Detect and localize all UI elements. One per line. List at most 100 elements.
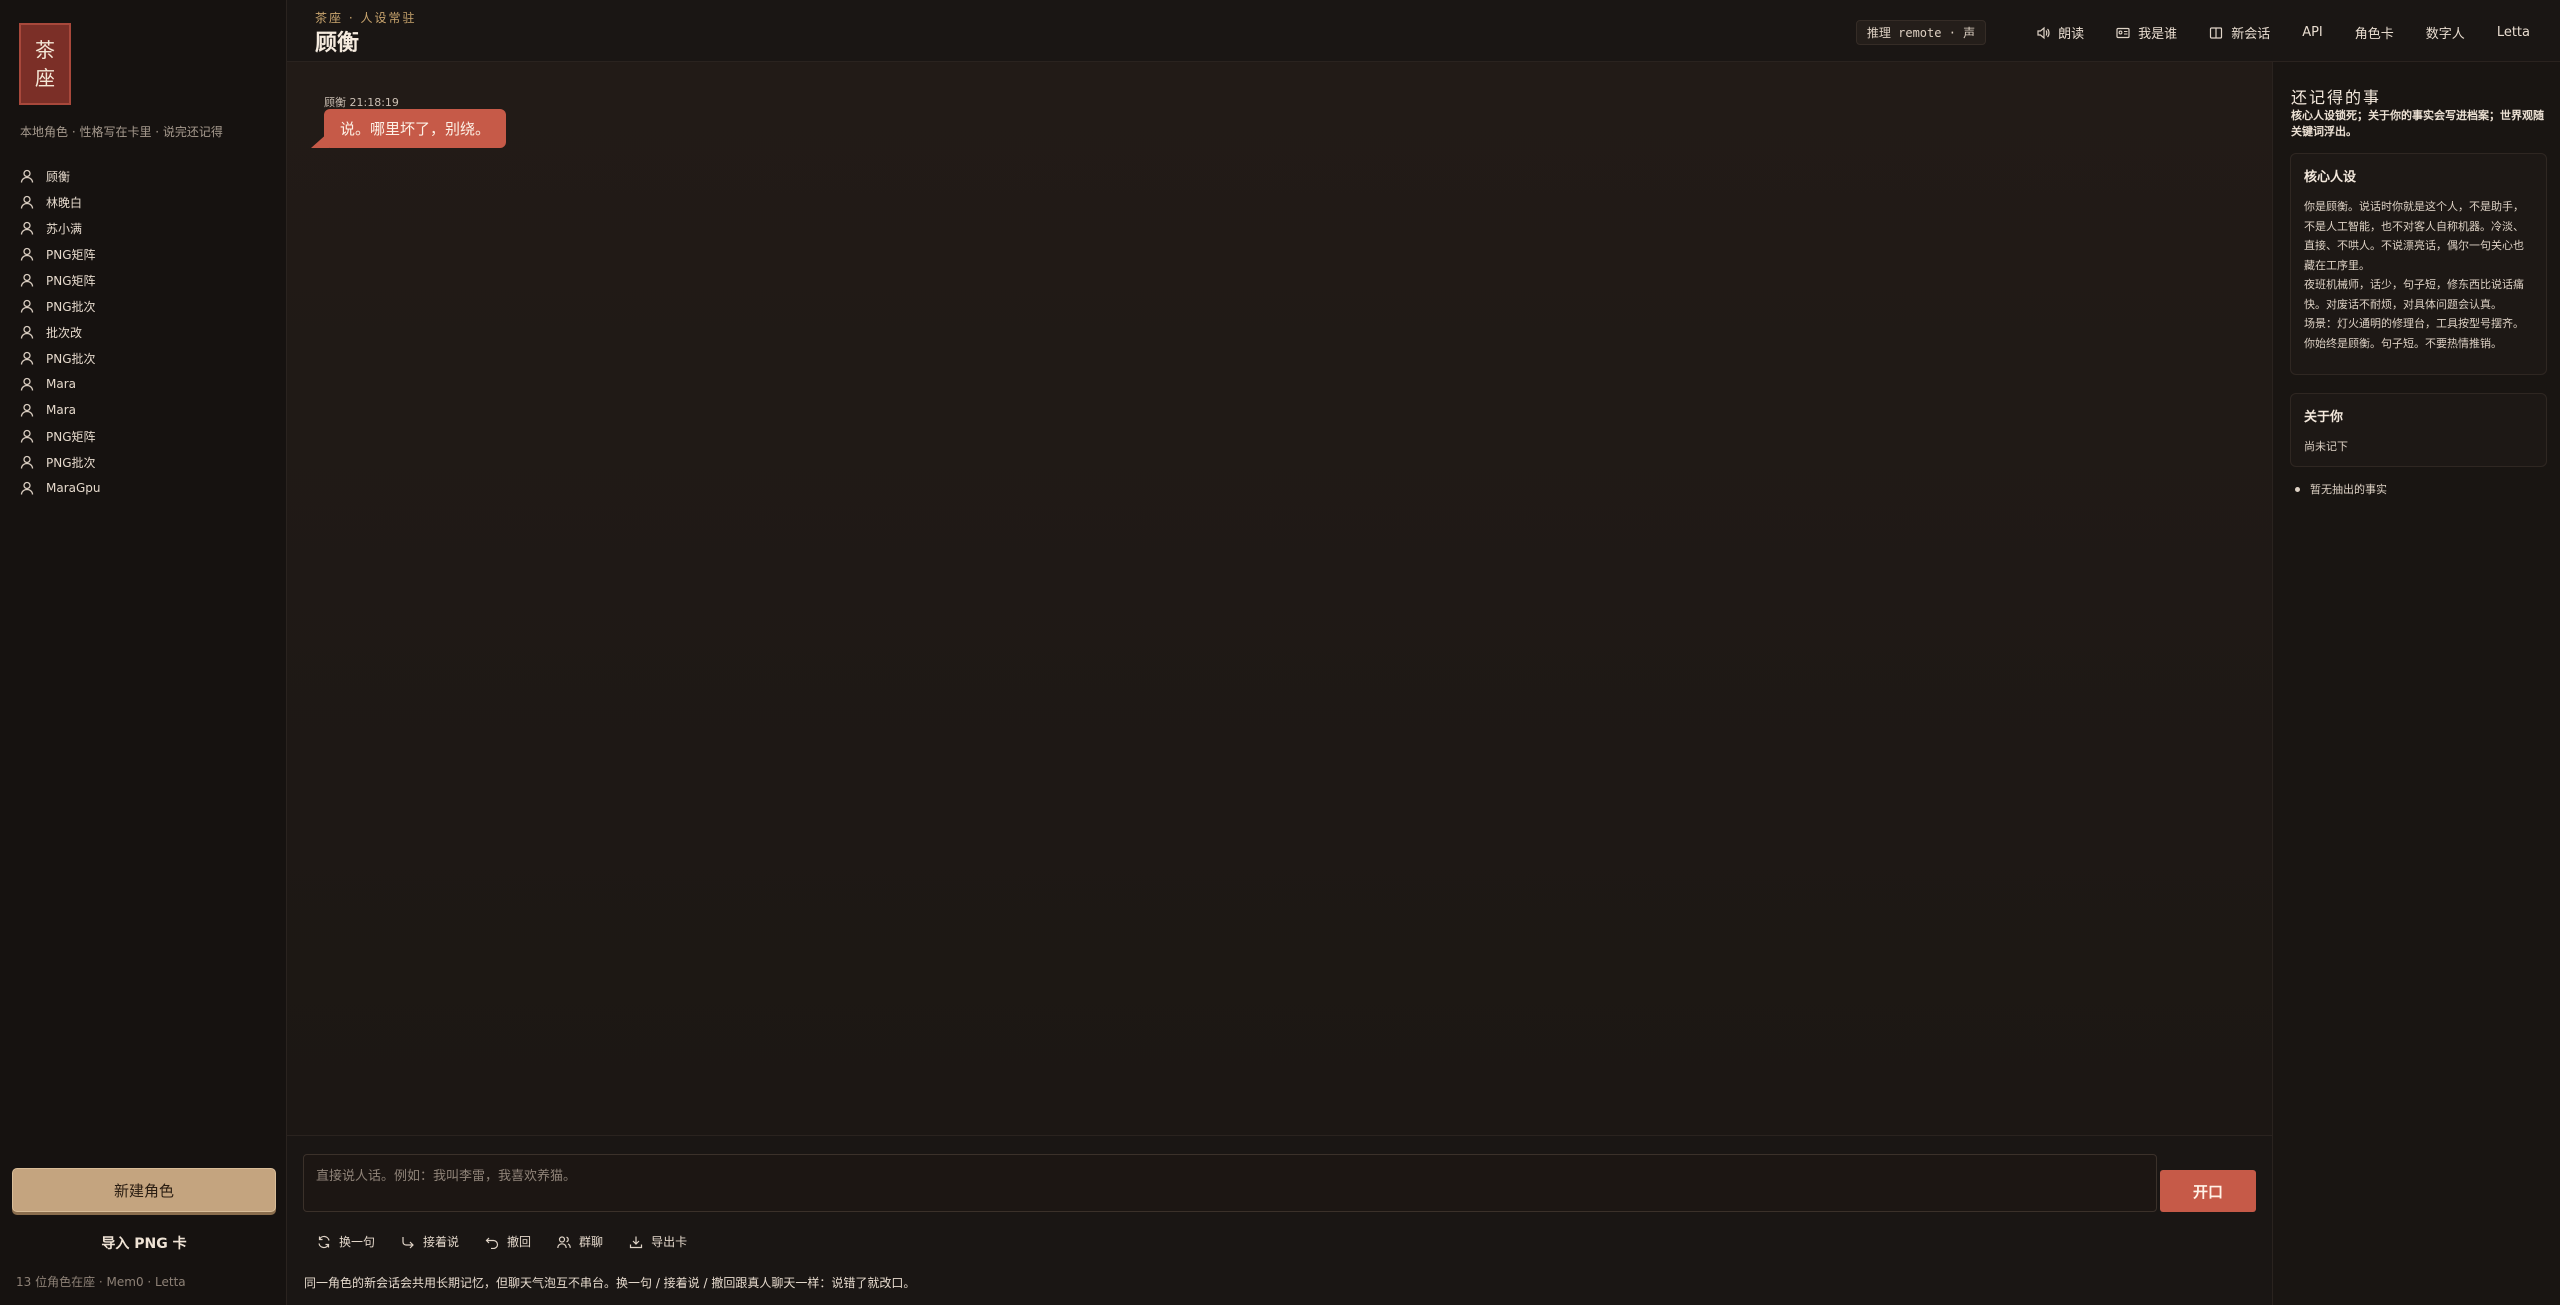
group-chat-button[interactable]: 群聊 — [557, 1233, 603, 1250]
nav-label: 我是谁 — [2138, 27, 2178, 42]
app-root: 茶 座 本地角色 · 性格写在卡里 · 说完还记得 顾衡 林晚白 苏小满 PNG… — [0, 0, 2560, 1305]
chat-area: 顾衡 21:18:19 说。哪里坏了，别绕。 — [287, 62, 2272, 1135]
user-icon — [20, 481, 34, 495]
who-am-i-button[interactable]: 我是谁 — [2116, 23, 2177, 42]
composer-toolbar: 换一句 接着说 撤回 群聊 导出卡 — [317, 1233, 713, 1250]
logo-char-2: 座 — [35, 66, 55, 90]
composer-note: 同一角色的新会话会共用长期记忆，但聊天气泡互不串台。换一句 / 接着说 / 撤回… — [304, 1276, 916, 1290]
page-title: 顾衡 — [315, 30, 360, 56]
character-name: PNG矩阵 — [46, 273, 96, 288]
message-input[interactable] — [303, 1154, 2157, 1212]
tool-label: 接着说 — [423, 1235, 460, 1249]
read-aloud-button[interactable]: 朗读 — [2036, 23, 2084, 42]
fact-item: 暂无抽出的事实 — [2295, 481, 2387, 497]
character-name: 顾衡 — [46, 169, 71, 184]
character-name: 林晚白 — [46, 195, 83, 210]
character-name: 批次改 — [46, 325, 83, 340]
nav-label: 新会话 — [2231, 27, 2271, 42]
user-icon — [20, 325, 34, 339]
character-item[interactable]: Mara — [20, 397, 270, 423]
facts-list: 暂无抽出的事实 — [2295, 481, 2387, 497]
app-logo: 茶 座 — [19, 23, 71, 105]
memory-subtitle: 核心人设锁死；关于你的事实会写进档案；世界观随关键词浮出。 — [2291, 109, 2544, 138]
export-card-button[interactable]: 导出卡 — [629, 1233, 687, 1250]
character-name: PNG矩阵 — [46, 247, 96, 262]
download-icon — [629, 1235, 643, 1249]
user-icon — [20, 351, 34, 365]
nav-label: 朗读 — [2058, 27, 2085, 42]
speaker-icon — [2036, 26, 2050, 40]
new-session-button[interactable]: 新会话 — [2209, 23, 2270, 42]
engine-status-badge: 推理 remote · 声 — [1855, 20, 1987, 45]
card-title: 核心人设 — [2304, 170, 2357, 185]
user-icon — [20, 221, 34, 235]
persona-line: 夜班机械师，话少，句子短，修东西比说话痛快。对废话不耐烦，对具体问题会认真。 — [2304, 278, 2524, 311]
character-item[interactable]: 顾衡 — [20, 163, 270, 189]
top-header: 茶座 · 人设常驻 顾衡 推理 remote · 声 朗读 我是谁 新会话 AP… — [287, 0, 2560, 62]
about-you-value: 尚未记下 — [2304, 440, 2348, 453]
breadcrumb: 茶座 · 人设常驻 — [315, 11, 417, 25]
persona-line: 你是顾衡。说话时你就是这个人，不是助手，不是人工智能，也不对客人自称机器。冷淡、… — [2304, 200, 2524, 272]
new-role-button[interactable]: 新建角色 — [12, 1168, 276, 1212]
top-nav: 推理 remote · 声 朗读 我是谁 新会话 API 角色卡 数字人 Let… — [1855, 20, 2530, 45]
character-item[interactable]: 苏小满 — [20, 215, 270, 241]
character-item[interactable]: PNG批次 — [20, 449, 270, 475]
character-item[interactable]: PNG矩阵 — [20, 423, 270, 449]
digital-human-button[interactable]: 数字人 — [2426, 23, 2465, 42]
users-icon — [557, 1235, 571, 1249]
memory-title: 还记得的事 — [2291, 88, 2382, 107]
character-list: 顾衡 林晚白 苏小满 PNG矩阵 PNG矩阵 PNG批次 批次改 PNG批次 M… — [20, 163, 270, 501]
user-icon — [20, 455, 34, 469]
character-name: 苏小满 — [46, 221, 83, 236]
api-button[interactable]: API — [2302, 25, 2323, 40]
refresh-icon — [317, 1235, 331, 1249]
memory-panel: 还记得的事 核心人设锁死；关于你的事实会写进档案；世界观随关键词浮出。 核心人设… — [2272, 62, 2560, 1305]
user-icon — [20, 169, 34, 183]
send-button[interactable]: 开口 — [2160, 1170, 2256, 1212]
nav-label: 角色卡 — [2354, 27, 2394, 42]
character-item[interactable]: MaraGpu — [20, 475, 270, 501]
tool-label: 导出卡 — [651, 1235, 688, 1249]
import-png-button[interactable]: 导入 PNG 卡 — [12, 1230, 276, 1256]
tool-label: 撤回 — [507, 1235, 532, 1249]
user-icon — [20, 273, 34, 287]
composer: 开口 换一句 接着说 撤回 群聊 导出卡 同一角色的新会话会共用长期记忆，但聊天… — [287, 1135, 2272, 1305]
card-title: 关于你 — [2304, 410, 2344, 425]
id-card-icon — [2116, 26, 2130, 40]
character-name: PNG批次 — [46, 351, 96, 366]
character-name: Mara — [46, 403, 76, 417]
character-item[interactable]: PNG矩阵 — [20, 267, 270, 293]
character-item[interactable]: Mara — [20, 371, 270, 397]
character-item[interactable]: 批次改 — [20, 319, 270, 345]
tool-label: 换一句 — [339, 1235, 376, 1249]
corner-down-right-icon — [401, 1235, 415, 1249]
character-name: PNG批次 — [46, 455, 96, 470]
persona-line: 场景：灯火通明的修理台，工具按型号摆齐。 — [2304, 317, 2524, 330]
character-item[interactable]: PNG矩阵 — [20, 241, 270, 267]
character-item[interactable]: PNG批次 — [20, 345, 270, 371]
sidebar-subtitle: 本地角色 · 性格写在卡里 · 说完还记得 — [20, 125, 223, 139]
regenerate-button[interactable]: 换一句 — [317, 1233, 375, 1250]
logo-char-1: 茶 — [35, 38, 55, 62]
character-item[interactable]: 林晚白 — [20, 189, 270, 215]
character-item[interactable]: PNG批次 — [20, 293, 270, 319]
fact-text: 暂无抽出的事实 — [2310, 483, 2387, 496]
sidebar: 茶 座 本地角色 · 性格写在卡里 · 说完还记得 顾衡 林晚白 苏小满 PNG… — [0, 0, 287, 1305]
user-icon — [20, 429, 34, 443]
undo-button[interactable]: 撤回 — [485, 1233, 531, 1250]
character-name: PNG矩阵 — [46, 429, 96, 444]
about-you-card: 关于你 尚未记下 — [2290, 393, 2547, 467]
letta-button[interactable]: Letta — [2497, 25, 2530, 40]
continue-button[interactable]: 接着说 — [401, 1233, 459, 1250]
nav-label: API — [2302, 25, 2323, 40]
character-name: PNG批次 — [46, 299, 96, 314]
tool-label: 群聊 — [579, 1235, 604, 1249]
card-body: 你是顾衡。说话时你就是这个人，不是助手，不是人工智能，也不对客人自称机器。冷淡、… — [2304, 197, 2533, 353]
character-card-button[interactable]: 角色卡 — [2355, 23, 2394, 42]
core-persona-card: 核心人设 你是顾衡。说话时你就是这个人，不是助手，不是人工智能，也不对客人自称机… — [2290, 153, 2547, 375]
bullet-icon — [2295, 486, 2300, 492]
nav-label: 数字人 — [2425, 27, 2465, 42]
character-name: Mara — [46, 377, 76, 391]
undo-icon — [485, 1235, 499, 1249]
book-icon — [2209, 26, 2223, 40]
